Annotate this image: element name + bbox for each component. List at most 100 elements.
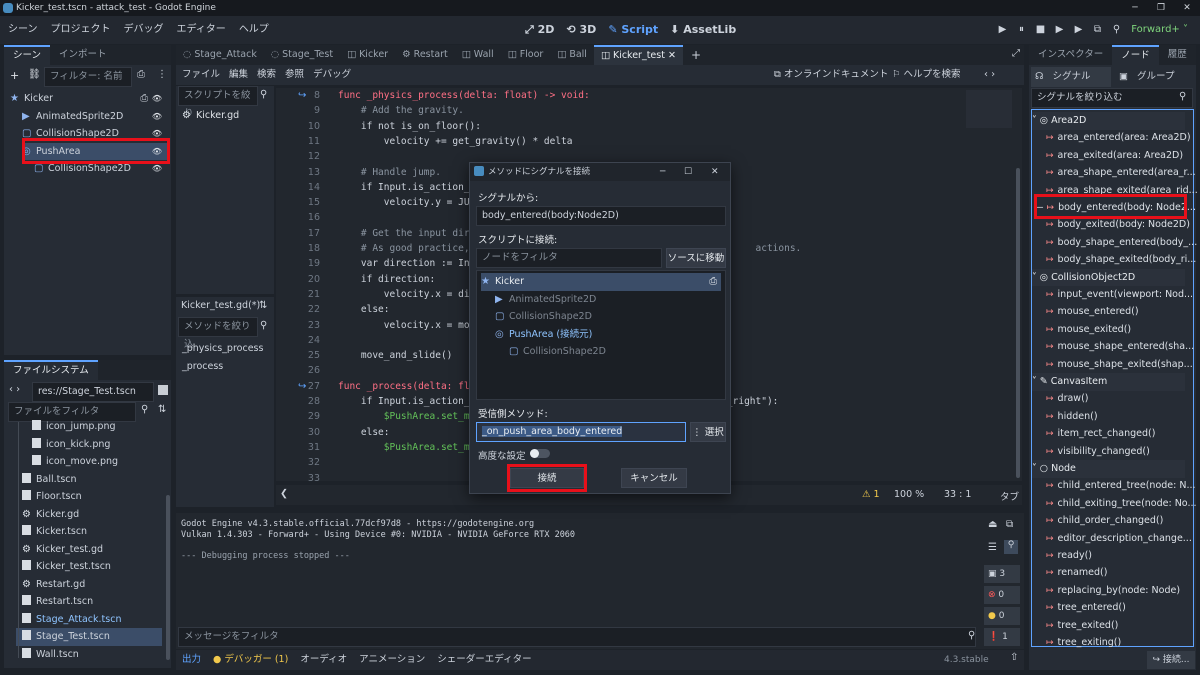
advanced-toggle[interactable] xyxy=(530,449,550,458)
link-icon[interactable]: ⛓ xyxy=(28,69,41,80)
more-options-icon[interactable]: ⋮ xyxy=(157,69,167,80)
signal-item[interactable]: ↦ editor_description_change... xyxy=(1046,530,1192,548)
remote-debug-icon[interactable]: ⚲ xyxy=(1110,16,1123,44)
message-filter-input[interactable]: メッセージをフィルタ xyxy=(178,627,976,647)
menu-project[interactable]: プロジェクト xyxy=(51,16,111,44)
tab-scene[interactable]: シーン xyxy=(4,45,51,65)
new-tab-button[interactable]: + xyxy=(683,45,709,65)
signal-category[interactable]: ˅ ✎ CanvasItem xyxy=(1032,373,1185,391)
tab-inspector[interactable]: インスペクター xyxy=(1029,45,1112,65)
tab-filesystem[interactable]: ファイルシステム xyxy=(4,360,98,380)
online-docs-button[interactable]: ⧉ オンラインドキュメント xyxy=(774,65,888,85)
script-menu-search[interactable]: 検索 xyxy=(257,65,276,85)
dialog-close-icon[interactable]: ✕ xyxy=(711,163,719,181)
visibility-eye-icon[interactable]: 👁 xyxy=(152,108,162,126)
stop-icon[interactable]: ■ xyxy=(1034,16,1047,44)
dialog-tree-node[interactable]: ★ Kicker ⎙ xyxy=(481,273,721,291)
method-item[interactable]: _process xyxy=(182,361,223,372)
warning-count-button[interactable]: ● 0 xyxy=(984,607,1020,625)
signal-item[interactable]: ↦ mouse_exited() xyxy=(1046,321,1131,339)
signal-item[interactable]: ↦ body_shape_exited(body_ri... xyxy=(1046,251,1196,269)
script-menu-file[interactable]: ファイル xyxy=(182,65,220,85)
editor-tab[interactable]: ◌ Stage_Test xyxy=(264,45,340,65)
go-to-source-button[interactable]: ソースに移動 xyxy=(666,248,726,268)
message-count-button[interactable]: ❗ 1 xyxy=(984,628,1020,646)
signal-item[interactable]: ↦ tree_entered() xyxy=(1046,599,1126,617)
sort-icon[interactable]: ⇅ xyxy=(259,300,267,311)
file-item[interactable]: Kicker_test.tscn xyxy=(22,558,162,576)
signal-item[interactable]: ↦ mouse_shape_entered(sha... xyxy=(1046,338,1194,356)
signal-item[interactable]: ↦ hidden() xyxy=(1046,408,1098,426)
pause-icon[interactable]: ⏸ xyxy=(1015,16,1028,44)
connected-signal-icon[interactable]: ↪ xyxy=(298,381,306,392)
method-item[interactable]: _physics_process xyxy=(182,343,263,354)
file-item[interactable]: ⚙ Kicker_test.gd xyxy=(22,541,162,559)
pick-method-button[interactable]: ⋮ 選択 xyxy=(690,422,726,442)
clear-icon[interactable]: ⏏ xyxy=(988,519,997,530)
scene-node[interactable]: ▶ AnimatedSprite2D 👁 xyxy=(22,108,168,126)
signal-item[interactable]: ↦ renamed() xyxy=(1046,564,1107,582)
distraction-free-icon[interactable]: ⤢ xyxy=(1012,48,1020,59)
warnings-count[interactable]: ⚠ 1 xyxy=(862,489,880,500)
signal-filter-input[interactable]: シグナルを絞り込む xyxy=(1031,88,1193,108)
signal-item[interactable]: ↦ area_entered(area: Area2D) xyxy=(1046,129,1191,147)
history-nav-icon[interactable]: ‹ › xyxy=(9,384,20,395)
script-icon[interactable]: ⎙ xyxy=(140,90,148,108)
chevron-down-icon[interactable]: ˅ xyxy=(1032,463,1040,474)
search-toggle-icon[interactable]: ⚲ xyxy=(1004,540,1018,554)
tab-import[interactable]: インポート xyxy=(50,45,116,65)
close-button[interactable]: ✕ xyxy=(1174,0,1200,16)
movie-icon[interactable]: ⧉ xyxy=(1091,16,1104,44)
dialog-maximize-icon[interactable]: ☐ xyxy=(684,163,692,181)
dialog-tree-node[interactable]: ▶ AnimatedSprite2D xyxy=(495,291,721,309)
scene-filter-input[interactable]: フィルター: 名前 xyxy=(44,67,132,87)
script-item[interactable]: ⚙ Kicker.gd xyxy=(182,110,239,121)
signal-item[interactable]: ↦ item_rect_changed() xyxy=(1046,425,1155,443)
minimap[interactable] xyxy=(966,90,1012,128)
indent-mode[interactable]: タブ xyxy=(1000,489,1019,503)
signal-item[interactable]: ↦ area_shape_entered(area_r... xyxy=(1046,164,1196,182)
code-scrollbar[interactable] xyxy=(1016,168,1020,478)
help-search-button[interactable]: ⚐ ヘルプを検索 xyxy=(892,65,961,85)
method-filter-input[interactable]: メソッドを絞り込 xyxy=(178,317,258,350)
sort-icon[interactable]: ⇅ xyxy=(158,404,166,415)
tab-debugger[interactable]: ● デバッガー (1) xyxy=(213,650,288,670)
signal-category[interactable]: ˅ ○ Node xyxy=(1032,460,1185,478)
mode-assetlib[interactable]: ⬇ AssetLib xyxy=(670,16,736,44)
script-attach-icon[interactable]: ⎙ xyxy=(137,69,145,80)
script-nav-arrows[interactable]: ‹ › xyxy=(984,65,995,85)
tab-signals[interactable]: ☊ シグナル xyxy=(1031,67,1111,87)
visibility-eye-icon[interactable]: 👁 xyxy=(152,90,162,108)
file-item[interactable]: Stage_Test.tscn xyxy=(16,628,162,646)
menu-debug[interactable]: デバッグ xyxy=(124,16,164,44)
signal-item[interactable]: ↦ body_exited(body: Node2D) xyxy=(1046,216,1190,234)
chevron-down-icon[interactable]: ˅ xyxy=(1032,272,1040,283)
menu-editor[interactable]: エディター xyxy=(177,16,226,44)
file-item[interactable]: Restart.tscn xyxy=(22,593,162,611)
signal-item[interactable]: ↦ area_exited(area: Area2D) xyxy=(1046,147,1183,165)
filesystem-scrollbar[interactable] xyxy=(166,495,170,660)
tab-audio[interactable]: オーディオ xyxy=(300,650,347,670)
renderer-select[interactable]: Forward+ ˅ xyxy=(1131,16,1188,44)
script-menu-goto[interactable]: 参照 xyxy=(285,65,304,85)
file-item[interactable]: Wall.tscn xyxy=(22,646,162,664)
file-item[interactable]: ⚙ Restart.gd xyxy=(22,576,162,594)
signal-item[interactable]: ↦ tree_exited() xyxy=(1046,617,1118,635)
toggle-scripts-icon[interactable]: ❮ xyxy=(280,488,288,499)
signal-item[interactable]: ↦ visibility_changed() xyxy=(1046,443,1150,461)
script-menu-debug[interactable]: デバッグ xyxy=(313,65,351,85)
editor-tab[interactable]: ◫ Kicker_test ✕ xyxy=(593,45,683,65)
script-menu-edit[interactable]: 編集 xyxy=(229,65,248,85)
filter-icon[interactable]: ☰ xyxy=(988,542,997,553)
editor-tab[interactable]: ◫ Kicker xyxy=(340,45,395,65)
play-custom-icon[interactable]: ▶ xyxy=(1072,16,1085,44)
close-tab-icon[interactable]: ✕ xyxy=(665,50,676,61)
signal-item[interactable]: ↦ replacing_by(node: Node) xyxy=(1046,582,1180,600)
signal-item[interactable]: ↦ child_exiting_tree(node: No... xyxy=(1046,495,1197,513)
menu-help[interactable]: ヘルプ xyxy=(239,16,269,44)
script-filter-input[interactable]: スクリプトを絞り xyxy=(178,86,258,119)
connect-signal-button[interactable]: ↪ 接続... xyxy=(1147,651,1195,669)
dialog-tree-node[interactable]: ▢ CollisionShape2D xyxy=(495,308,721,326)
signal-item[interactable]: ↦ tree_exiting() xyxy=(1046,634,1121,652)
signal-item[interactable]: ↦ child_entered_tree(node: N... xyxy=(1046,477,1196,495)
